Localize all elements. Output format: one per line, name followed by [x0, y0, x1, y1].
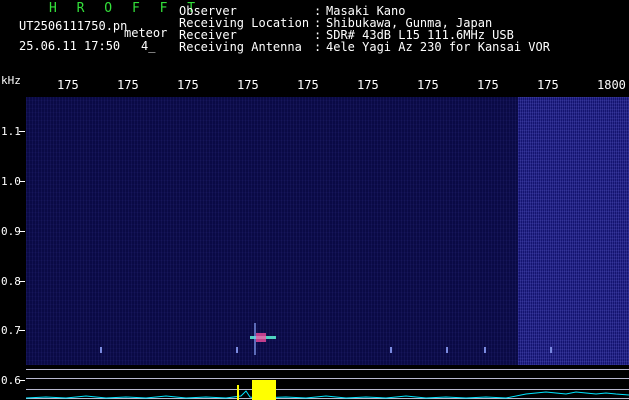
- x-tick-label: 1800: [597, 78, 626, 92]
- y-tick-mark: [19, 380, 25, 381]
- y-tick-label: 1.1: [1, 125, 21, 138]
- echo-blip: [484, 347, 486, 353]
- spectrogram-noise-band: [518, 97, 629, 365]
- file-name: UT2506111750.pn: [19, 19, 128, 33]
- x-tick-label: 175: [57, 78, 79, 92]
- meteor-echo-core: [256, 333, 266, 342]
- x-tick-label: 175: [117, 78, 139, 92]
- y-tick-mark: [19, 181, 25, 182]
- x-axis-ticks: 175 175 175 175 175 175 175 175 175 1800: [0, 79, 629, 93]
- y-tick-mark: [19, 281, 25, 282]
- y-tick-mark: [19, 131, 25, 132]
- y-tick-label: 0.7: [1, 324, 21, 337]
- spectrum-peak: [252, 380, 276, 400]
- info-value-antenna: 4ele Yagi Az 230 for Kansai VOR: [326, 40, 550, 54]
- x-tick-label: 175: [237, 78, 259, 92]
- y-tick-label: 0.6: [1, 374, 21, 387]
- meteor-count: 4_: [141, 39, 156, 53]
- echo-blip: [236, 347, 238, 353]
- date-time: 25.06.11 17:50: [19, 39, 121, 53]
- separator-line: [26, 369, 629, 370]
- x-tick-label: 175: [477, 78, 499, 92]
- header: H R O F F T UT2506111750.pn meteor 25.06…: [0, 0, 629, 74]
- spectrum-noise-trace: [26, 390, 629, 399]
- x-tick-label: 175: [297, 78, 319, 92]
- info-label-antenna: Receiving Antenna: [179, 40, 302, 54]
- x-tick-label: 175: [357, 78, 379, 92]
- x-tick-label: 175: [537, 78, 559, 92]
- y-tick-mark: [19, 231, 25, 232]
- x-tick-label: 175: [177, 78, 199, 92]
- y-tick-label: 0.8: [1, 275, 21, 288]
- y-tick-label: 1.0: [1, 175, 21, 188]
- echo-blip: [390, 347, 392, 353]
- info-colon: :: [314, 40, 322, 54]
- spectrum-trace: [26, 380, 629, 400]
- y-tick-label: 0.9: [1, 225, 21, 238]
- x-tick-label: 175: [417, 78, 439, 92]
- spectrum-peak-marker: [237, 385, 239, 400]
- echo-blip: [446, 347, 448, 353]
- y-tick-mark: [19, 330, 25, 331]
- meteor-echo-trail: [254, 323, 256, 355]
- echo-blip: [100, 347, 102, 353]
- echo-blip: [550, 347, 552, 353]
- spectrogram: [26, 97, 629, 365]
